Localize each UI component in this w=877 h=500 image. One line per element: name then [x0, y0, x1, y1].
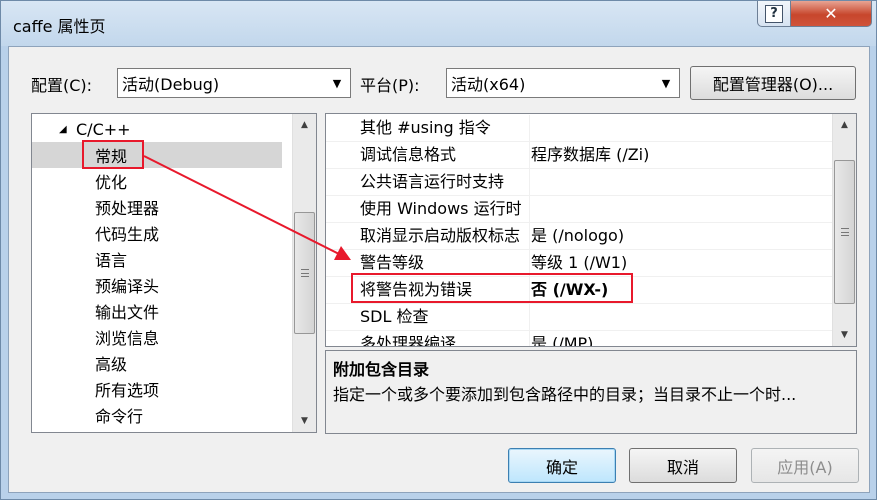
- properties-dialog: caffe 属性页 ? ✕ 配置(C): 活动(Debug) ▼ 平台(P): …: [0, 0, 877, 500]
- annotation-arrow: [143, 155, 351, 260]
